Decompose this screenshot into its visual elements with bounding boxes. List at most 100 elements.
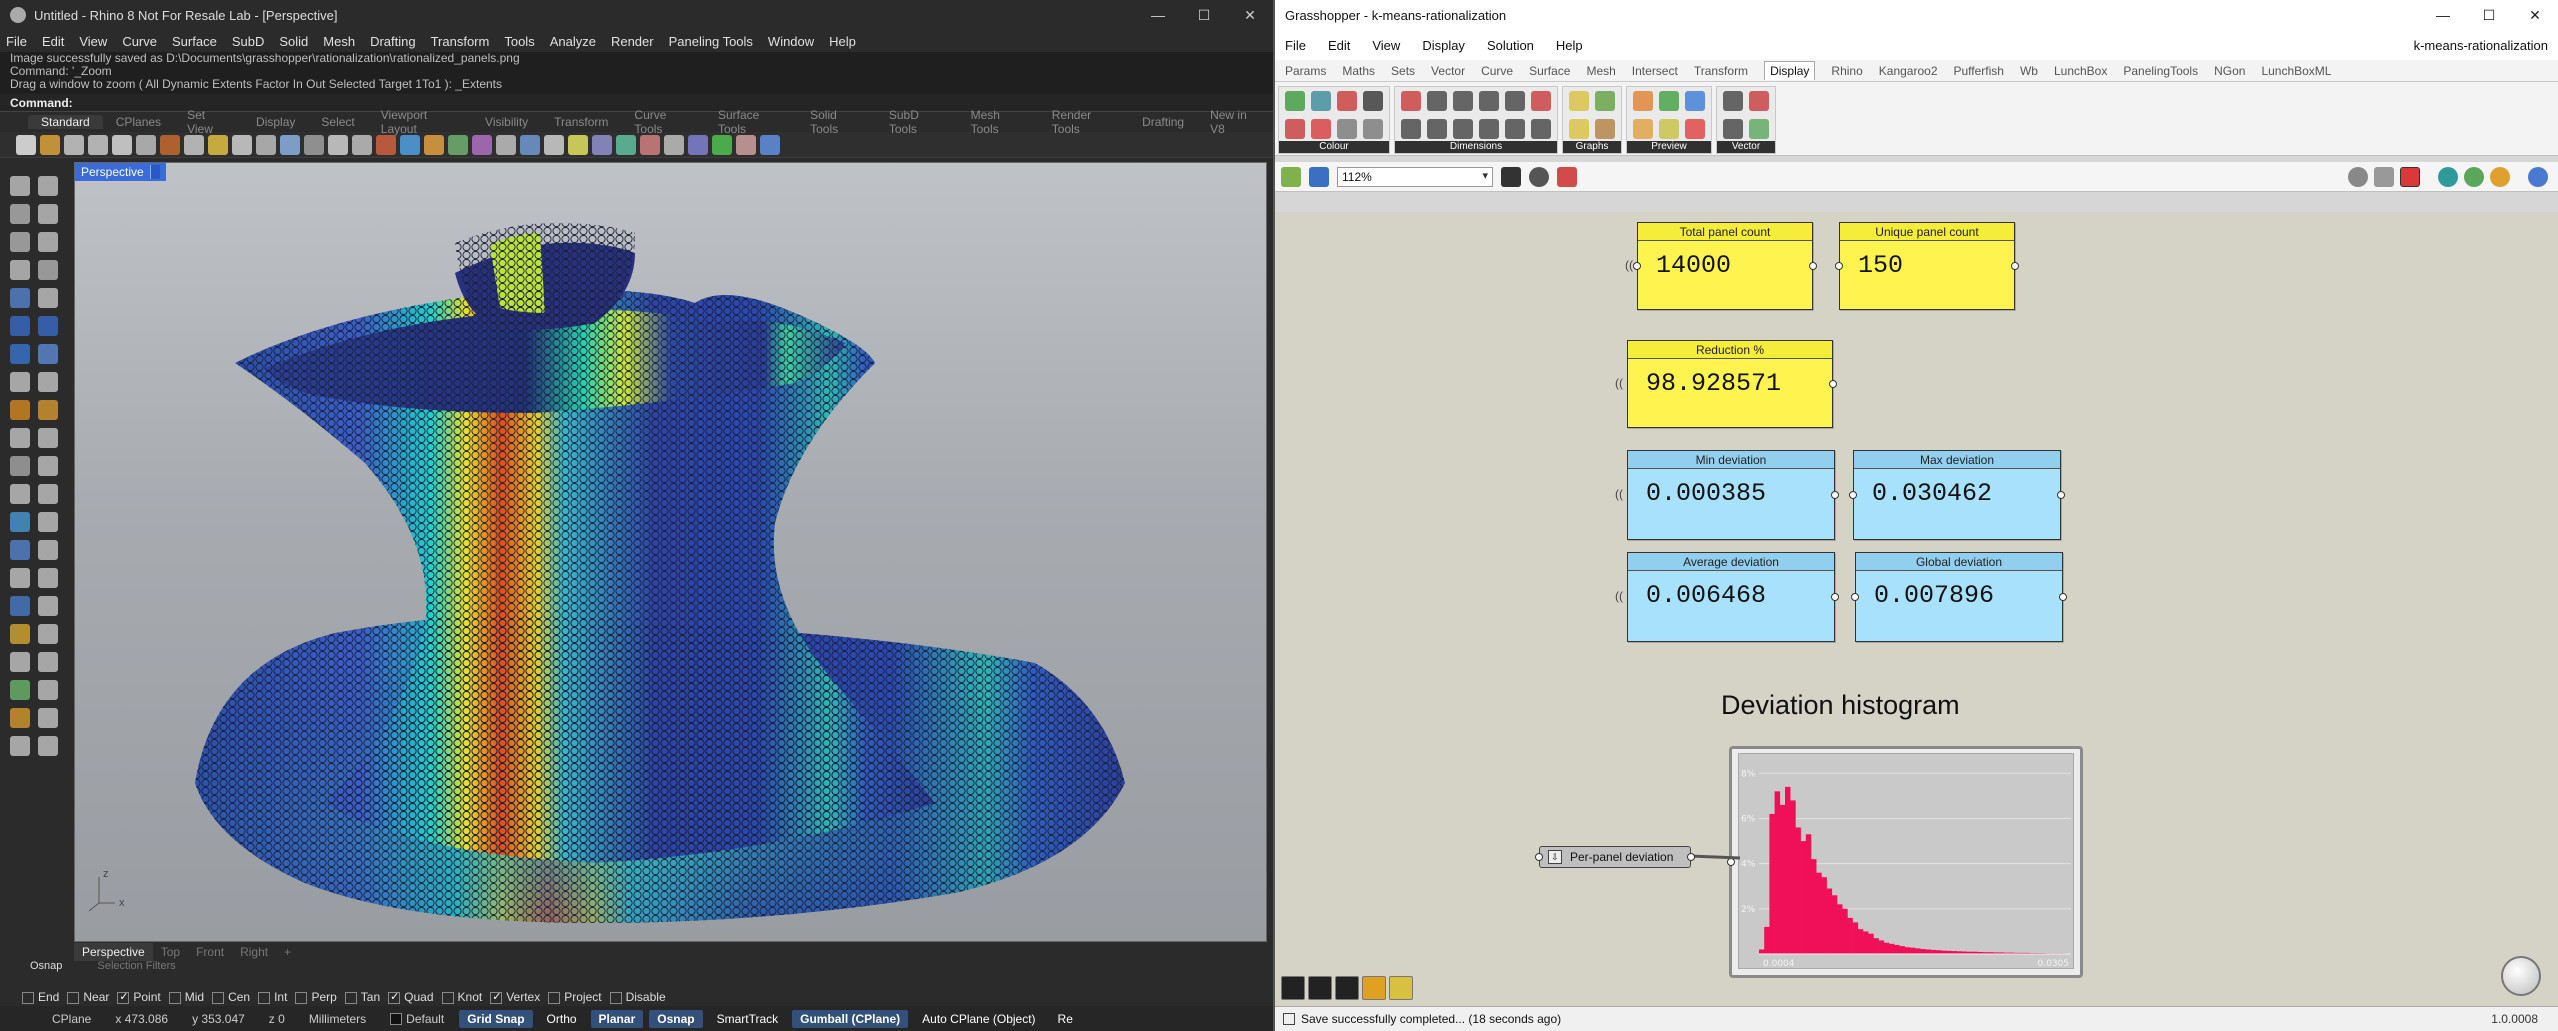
left-tool-8-icon[interactable] — [10, 288, 30, 308]
output-grip[interactable] — [1829, 380, 1837, 388]
gh-menu-view[interactable]: View — [1372, 38, 1400, 53]
sketch-pen-icon[interactable] — [1557, 166, 1577, 187]
widget-lock-icon[interactable] — [1335, 976, 1359, 1000]
menu-mesh[interactable]: Mesh — [323, 34, 355, 49]
osnap-project[interactable]: Project — [548, 990, 602, 1004]
gh-tab-rhino[interactable]: Rhino — [1831, 64, 1862, 78]
left-tool-7-icon[interactable] — [38, 260, 58, 280]
widget-download-icon[interactable] — [1281, 976, 1305, 1000]
left-tool-38-icon[interactable] — [10, 708, 30, 728]
left-tool-10-icon[interactable] — [10, 316, 30, 336]
ribbon-colour-tool-6-icon[interactable] — [1337, 119, 1357, 139]
preview-sphere-icon[interactable] — [2528, 166, 2548, 187]
gh-tab-intersect[interactable]: Intersect — [1632, 64, 1678, 78]
osnap-checkbox[interactable] — [22, 991, 34, 1004]
toolbar-tool-27-icon[interactable] — [664, 134, 684, 155]
gumball-toggle[interactable]: Gumball (CPlane) — [792, 1009, 909, 1028]
viewport-tab-perspective[interactable]: Perspective — [74, 943, 153, 961]
toolbar-tab-drafting[interactable]: Drafting — [1129, 115, 1197, 129]
preview-selected-icon[interactable] — [2438, 166, 2458, 187]
viewport-tab-top[interactable]: Top — [153, 943, 188, 961]
gh-tab-display[interactable]: Display — [1764, 61, 1816, 80]
osnap-knot[interactable]: Knot — [441, 990, 482, 1004]
menu-view[interactable]: View — [79, 34, 107, 49]
close-icon[interactable]: ✕ — [2512, 7, 2558, 24]
toolbar-tab-select[interactable]: Select — [308, 115, 367, 129]
gh-menu-display[interactable]: Display — [1422, 38, 1465, 53]
ribbon-dimensions-tool-4-icon[interactable] — [1505, 91, 1525, 111]
ribbon-dimensions-tool-10-icon[interactable] — [1505, 119, 1525, 139]
ribbon-preview-tool-2-icon[interactable] — [1685, 91, 1705, 111]
left-tool-39-icon[interactable] — [38, 708, 58, 728]
toolbar-tool-26-icon[interactable] — [640, 134, 660, 155]
toolbar-tab-display[interactable]: Display — [243, 115, 308, 129]
open-file-icon[interactable] — [1281, 166, 1301, 187]
ribbon-vector-tool-2-icon[interactable] — [1723, 119, 1743, 139]
left-tool-27-icon[interactable] — [38, 540, 58, 560]
menu-subd[interactable]: SubD — [232, 34, 265, 49]
menu-tools[interactable]: Tools — [504, 34, 534, 49]
preview-shaded-icon[interactable] — [2400, 166, 2420, 187]
menu-paneling-tools[interactable]: Paneling Tools — [669, 34, 753, 49]
maximize-icon[interactable]: ☐ — [1181, 7, 1227, 24]
toolbar-tool-14-icon[interactable] — [352, 134, 372, 155]
widget-palette-icon[interactable] — [1389, 976, 1413, 1000]
toolbar-tab-visibility[interactable]: Visibility — [472, 115, 541, 129]
left-tool-23-icon[interactable] — [38, 484, 58, 504]
histogram-component[interactable]: 8% 6% 4% 2% 0.0004 0.0305 — [1727, 746, 2083, 978]
left-tool-15-icon[interactable] — [38, 372, 58, 392]
left-tool-6-icon[interactable] — [10, 260, 30, 280]
toolbar-tool-13-icon[interactable] — [328, 134, 348, 155]
left-tool-36-icon[interactable] — [10, 680, 30, 700]
toolbar-tool-22-icon[interactable] — [544, 134, 564, 155]
auto-cplane-toggle[interactable]: Auto CPlane (Object) — [914, 1010, 1043, 1028]
gh-tab-vector[interactable]: Vector — [1431, 64, 1465, 78]
left-tool-41-icon[interactable] — [38, 736, 58, 756]
wire-grip[interactable] — [1615, 376, 1625, 391]
toolbar-tool-2-icon[interactable] — [64, 134, 84, 155]
ribbon-dimensions-tool-11-icon[interactable] — [1531, 119, 1551, 139]
toolbar-tab-surface-tools[interactable]: Surface Tools — [705, 108, 797, 136]
gh-tab-maths[interactable]: Maths — [1342, 64, 1375, 78]
preview-eye-icon[interactable] — [1529, 166, 1549, 187]
toolbar-tab-standard[interactable]: Standard — [28, 115, 103, 129]
toolbar-tool-17-icon[interactable] — [424, 134, 444, 155]
toolbar-tool-24-icon[interactable] — [592, 134, 612, 155]
ribbon-dimensions-tool-0-icon[interactable] — [1401, 91, 1421, 111]
gh-tab-wb[interactable]: Wb — [2020, 64, 2038, 78]
selection-filters-tab[interactable]: Selection Filters — [97, 960, 175, 972]
canvas-navigation-icon[interactable] — [2501, 956, 2541, 996]
ribbon-colour-tool-2-icon[interactable] — [1337, 91, 1357, 111]
menu-surface[interactable]: Surface — [172, 34, 217, 49]
left-tool-11-icon[interactable] — [38, 316, 58, 336]
menu-file[interactable]: File — [6, 34, 27, 49]
toolbar-tool-10-icon[interactable] — [256, 134, 276, 155]
osnap-checkbox[interactable] — [117, 990, 130, 1004]
left-tool-24-icon[interactable] — [10, 512, 30, 532]
save-file-icon[interactable] — [1309, 166, 1329, 187]
left-tool-31-icon[interactable] — [38, 596, 58, 616]
viewport-tab-front[interactable]: Front — [188, 943, 232, 961]
osnap-checkbox[interactable] — [168, 991, 181, 1004]
output-grip[interactable] — [1687, 853, 1695, 861]
ribbon-preview-tool-1-icon[interactable] — [1659, 91, 1679, 111]
preview-material-icon[interactable] — [2490, 166, 2510, 187]
gh-menu-file[interactable]: File — [1285, 38, 1306, 53]
toolbar-tool-12-icon[interactable] — [304, 134, 324, 155]
ribbon-dimensions-tool-2-icon[interactable] — [1453, 91, 1473, 111]
toolbar-tool-19-icon[interactable] — [472, 134, 492, 155]
left-tool-29-icon[interactable] — [38, 568, 58, 588]
left-tool-28-icon[interactable] — [10, 568, 30, 588]
menu-render[interactable]: Render — [611, 34, 654, 49]
input-grip[interactable] — [1535, 853, 1543, 861]
osnap-tan[interactable]: Tan — [344, 990, 380, 1004]
toolbar-tool-31-icon[interactable] — [760, 134, 780, 155]
toolbar-tab-set-view[interactable]: Set View — [174, 108, 243, 136]
preview-wireframe-icon[interactable] — [2348, 166, 2368, 187]
reduction-panel[interactable]: Reduction % 98.928571 — [1615, 340, 1837, 428]
left-tool-25-icon[interactable] — [38, 512, 58, 532]
minimize-icon[interactable]: — — [1135, 7, 1181, 24]
ribbon-colour-tool-0-icon[interactable] — [1285, 91, 1305, 111]
left-tool-20-icon[interactable] — [10, 456, 30, 476]
osnap-int[interactable]: Int — [258, 990, 287, 1004]
